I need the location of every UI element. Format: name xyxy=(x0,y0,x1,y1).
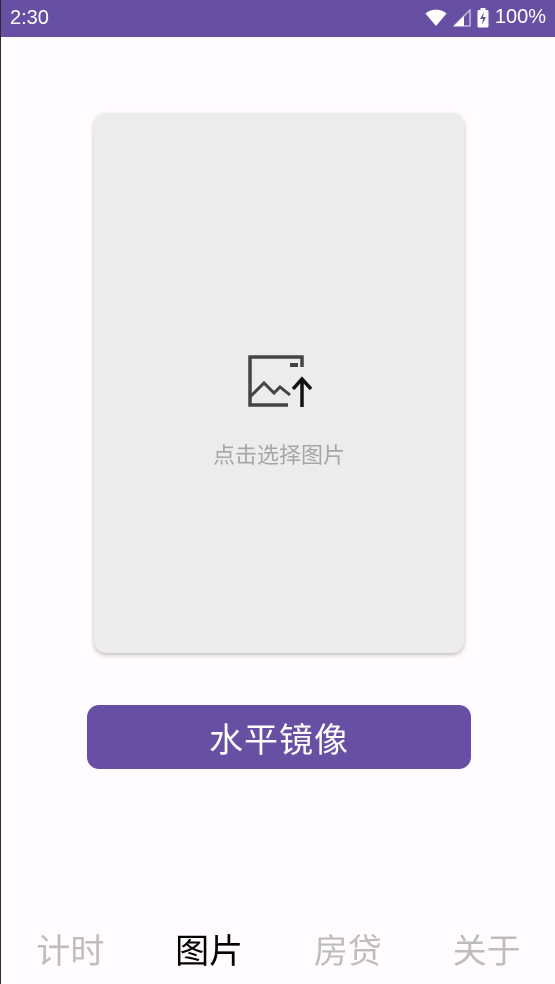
status-icons: 100% xyxy=(425,6,546,29)
status-time: 2:30 xyxy=(10,7,49,29)
horizontal-mirror-button[interactable]: 水平镜像 xyxy=(87,705,471,769)
image-picker-prompt: 点击选择图片 xyxy=(212,444,345,469)
tab-mortgage[interactable]: 房贷 xyxy=(279,910,418,984)
image-picker-card[interactable]: 点击选择图片 xyxy=(94,113,464,653)
tab-timer[interactable]: 计时 xyxy=(1,910,140,984)
bottom-nav: 计时 图片 房贷 关于 xyxy=(1,910,555,984)
battery-charging-icon xyxy=(477,7,489,28)
battery-level: 100% xyxy=(494,6,546,28)
status-bar: 2:30 100% xyxy=(1,0,555,37)
wifi-icon xyxy=(425,9,447,27)
signal-icon xyxy=(452,8,471,27)
tab-image[interactable]: 图片 xyxy=(140,910,279,984)
tab-about[interactable]: 关于 xyxy=(417,910,555,984)
image-upload-icon xyxy=(246,353,313,411)
